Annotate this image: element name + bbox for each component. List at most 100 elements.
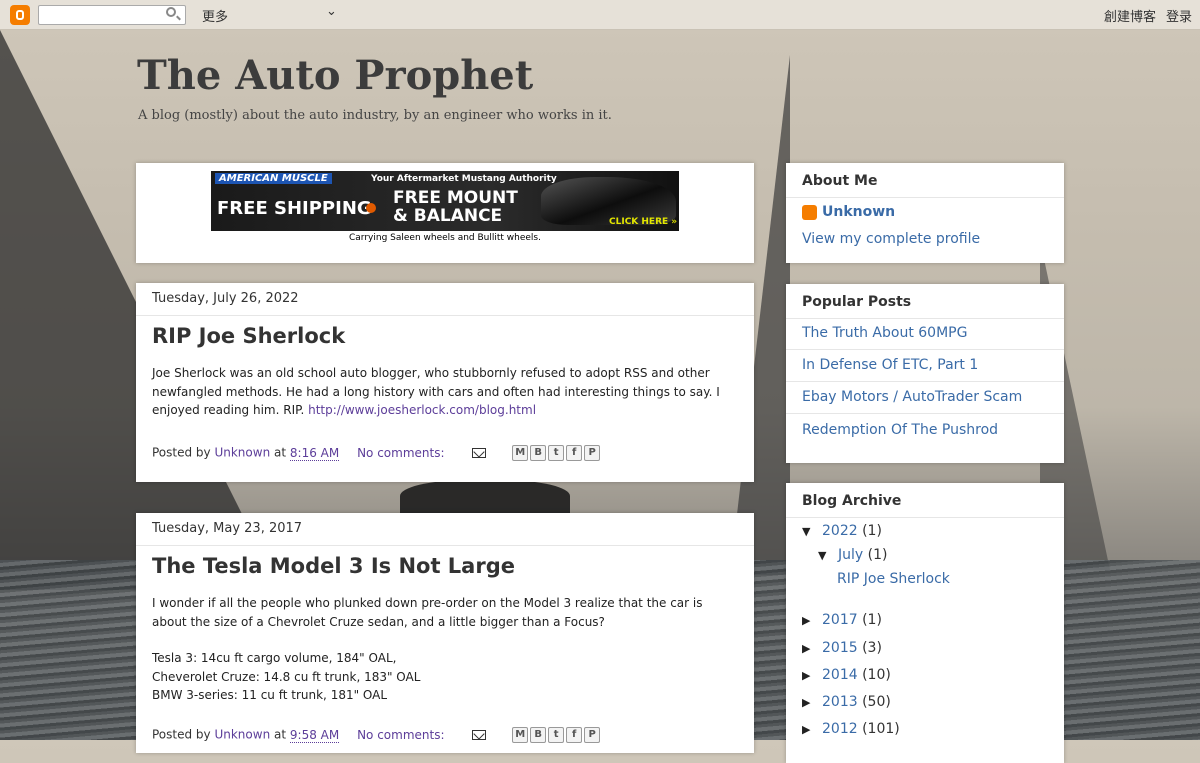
at-label: at (274, 727, 287, 742)
blog-post: Tuesday, July 26, 2022 RIP Joe Sherlock … (136, 283, 754, 482)
post-time-link[interactable]: 9:58 AM (289, 727, 340, 743)
twitter-icon[interactable]: t (548, 445, 565, 461)
share-buttons: MBtfP (512, 727, 602, 743)
archive-count: (1) (862, 612, 882, 628)
post-date: Tuesday, May 23, 2017 (136, 513, 754, 546)
blogger-logo-icon[interactable] (10, 5, 30, 25)
post-title[interactable]: The Tesla Model 3 Is Not Large (152, 554, 515, 578)
post-date: Tuesday, July 26, 2022 (136, 283, 754, 316)
widget-title: Popular Posts (802, 294, 912, 310)
archive-count: (50) (862, 694, 891, 710)
post-time-link[interactable]: 8:16 AM (289, 445, 340, 461)
popular-post-link[interactable]: The Truth About 60MPG (786, 318, 1064, 350)
facebook-icon[interactable]: f (566, 727, 583, 743)
post-body-line: Cheverolet Cruze: 14.8 cu ft trunk, 183"… (152, 669, 421, 684)
blog-archive-widget: Blog Archive ▼ 2022 (1) ▼ July (1) RIP Joe… (786, 483, 1064, 763)
archive-year-label[interactable]: 2017 (822, 612, 858, 628)
divider (786, 197, 1064, 198)
profile-name-link[interactable]: Unknown (822, 204, 895, 220)
posted-by-label: Posted by (152, 445, 211, 460)
triangle-down-icon[interactable]: ▼ (818, 549, 832, 562)
archive-year-2022[interactable]: ▼ 2022 (1) (802, 523, 882, 539)
post-title[interactable]: RIP Joe Sherlock (152, 324, 345, 348)
ad-free-mount: FREE MOUNT & BALANCE (393, 188, 518, 226)
archive-month-july[interactable]: ▼ July (1) (818, 547, 887, 563)
archive-count: (10) (862, 667, 891, 683)
blog-description: A blog (mostly) about the auto industry,… (138, 108, 612, 123)
post-body-line: Tesla 3: 14cu ft cargo volume, 184" OAL, (152, 651, 397, 665)
blogger-icon[interactable]: B (530, 445, 547, 461)
navbar-search-input[interactable] (38, 5, 186, 25)
email-post-icon[interactable] (472, 448, 487, 458)
blogger-profile-icon (802, 205, 817, 220)
at-label: at (274, 445, 287, 460)
archive-year-2017[interactable]: ▶ 2017 (1) (802, 612, 882, 628)
email-icon[interactable]: M (512, 445, 529, 461)
archive-year-2014[interactable]: ▶ 2014 (10) (802, 667, 891, 683)
ad-click-here: CLICK HERE » (609, 217, 678, 227)
pinterest-icon[interactable]: P (584, 445, 601, 461)
post-author-link[interactable]: Unknown (214, 446, 270, 460)
ad-caption: Carrying Saleen wheels and Bullitt wheel… (349, 233, 541, 243)
post-footer: Posted by Unknown at 9:58 AM No comments… (152, 727, 602, 743)
pinterest-icon[interactable]: P (584, 727, 601, 743)
divider (786, 517, 1064, 518)
widget-title: Blog Archive (802, 493, 902, 509)
search-icon[interactable] (166, 7, 176, 17)
archive-count: (1) (867, 547, 888, 563)
blogger-icon[interactable]: B (530, 727, 547, 743)
archive-year-label[interactable]: 2012 (822, 721, 858, 737)
post-body-paragraph: I wonder if all the people who plunked d… (152, 596, 703, 629)
archive-count: (3) (862, 640, 882, 656)
post-body: Joe Sherlock was an old school auto blog… (152, 364, 732, 420)
triangle-right-icon[interactable]: ▶ (802, 642, 816, 655)
view-profile-link[interactable]: View my complete profile (802, 231, 980, 247)
archive-year-label[interactable]: 2022 (822, 523, 858, 539)
email-icon[interactable]: M (512, 727, 529, 743)
popular-post-link[interactable]: In Defense Of ETC, Part 1 (786, 350, 1064, 382)
email-post-icon[interactable] (472, 730, 487, 740)
archive-year-label[interactable]: 2013 (822, 694, 858, 710)
archive-month-label[interactable]: July (838, 547, 863, 563)
popular-post-link[interactable]: Ebay Motors / AutoTrader Scam (786, 382, 1064, 414)
triangle-right-icon[interactable]: ▶ (802, 723, 816, 736)
login-link[interactable]: 登录 (1166, 6, 1192, 25)
navbar-more-menu[interactable]: 更多 (202, 6, 228, 25)
archive-year-2012[interactable]: ▶ 2012 (101) (802, 721, 900, 737)
widget-title: About Me (802, 173, 878, 189)
facebook-icon[interactable]: f (566, 445, 583, 461)
post-body-link[interactable]: http://www.joesherlock.com/blog.html (308, 403, 536, 417)
post-footer: Posted by Unknown at 8:16 AM No comments… (152, 445, 602, 461)
popular-posts-widget: Popular Posts The Truth About 60MPG In D… (786, 284, 1064, 463)
post-comments-link[interactable]: No comments: (357, 446, 444, 460)
archive-count: (1) (862, 523, 882, 539)
chevron-down-icon[interactable]: ⌄ (326, 4, 337, 19)
archive-post-link[interactable]: RIP Joe Sherlock (837, 571, 950, 587)
post-comments-link[interactable]: No comments: (357, 728, 444, 742)
triangle-right-icon[interactable]: ▶ (802, 696, 816, 709)
ad-tagline: Your Aftermarket Mustang Authority (371, 174, 557, 184)
ad-free-shipping: FREE SHIPPING (217, 198, 372, 219)
archive-year-2013[interactable]: ▶ 2013 (50) (802, 694, 891, 710)
triangle-right-icon[interactable]: ▶ (802, 614, 816, 627)
post-author-link[interactable]: Unknown (214, 728, 270, 742)
posted-by-label: Posted by (152, 727, 211, 742)
post-body: I wonder if all the people who plunked d… (152, 594, 732, 705)
triangle-down-icon[interactable]: ▼ (802, 525, 816, 538)
archive-count: (101) (862, 721, 900, 737)
blog-post: Tuesday, May 23, 2017 The Tesla Model 3 … (136, 513, 754, 753)
ad-bullet (366, 203, 376, 213)
ad-banner[interactable]: AMERICAN MUSCLE Your Aftermarket Mustang… (211, 171, 679, 231)
create-blog-link[interactable]: 創建博客 (1104, 6, 1156, 25)
blog-title[interactable]: The Auto Prophet (137, 52, 533, 99)
ad-widget: AMERICAN MUSCLE Your Aftermarket Mustang… (136, 163, 754, 263)
archive-year-label[interactable]: 2015 (822, 640, 858, 656)
twitter-icon[interactable]: t (548, 727, 565, 743)
triangle-right-icon[interactable]: ▶ (802, 669, 816, 682)
ad-brand: AMERICAN MUSCLE (215, 173, 332, 184)
share-buttons: MBtfP (512, 445, 602, 461)
archive-year-2015[interactable]: ▶ 2015 (3) (802, 640, 882, 656)
post-body-line: BMW 3-series: 11 cu ft trunk, 181" OAL (152, 688, 388, 702)
popular-post-link[interactable]: Redemption Of The Pushrod (786, 415, 1064, 447)
archive-year-label[interactable]: 2014 (822, 667, 858, 683)
